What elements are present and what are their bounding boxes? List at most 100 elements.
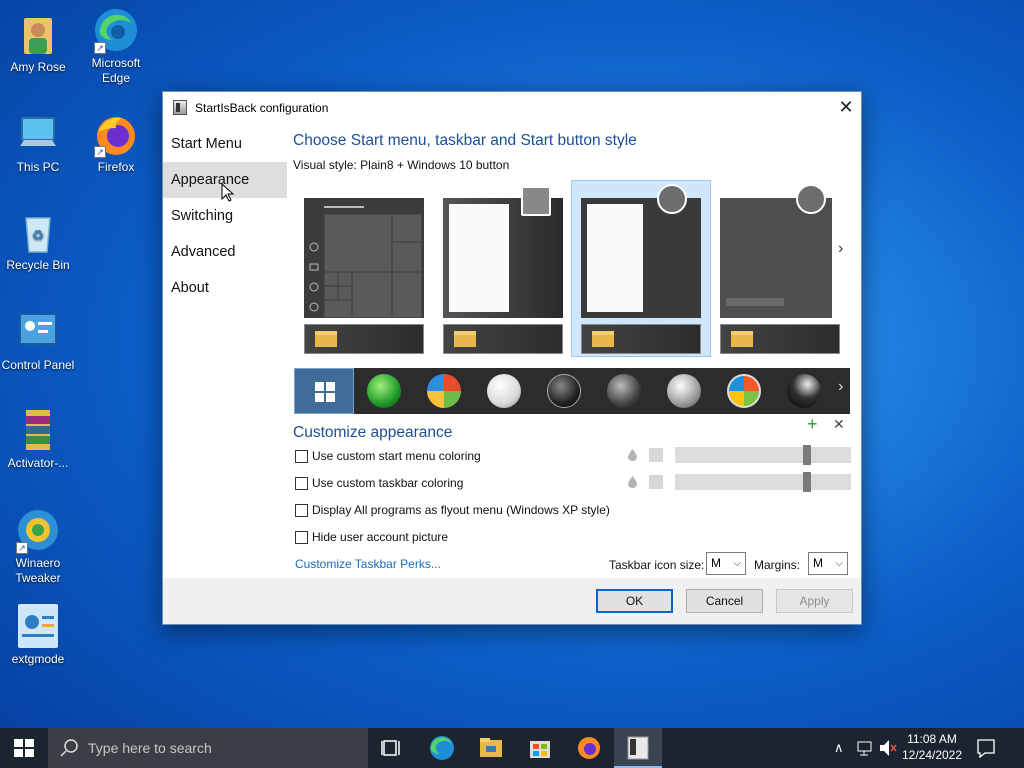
orb-windows10[interactable] <box>294 368 354 414</box>
recycle-bin-icon: ♻ <box>14 208 62 256</box>
network-icon[interactable] <box>856 728 874 768</box>
taskbar-preview-plain8[interactable] <box>581 324 701 354</box>
desktop-icon-label: Control Panel <box>1 358 75 372</box>
desktop-icon-amy-rose[interactable]: Amy Rose <box>0 10 76 75</box>
folder-icon <box>592 331 614 347</box>
checkbox[interactable] <box>295 530 308 544</box>
margins-select[interactable]: M ⌵ <box>808 552 848 575</box>
taskbar-opacity-slider[interactable] <box>675 472 851 492</box>
option-hide-user-picture[interactable]: Hide user account picture <box>295 530 448 544</box>
white-orb-icon <box>487 374 521 408</box>
taskbar-icon-size-select[interactable]: M ⌵ <box>706 552 746 575</box>
start-menu-color-swatch[interactable] <box>649 448 663 462</box>
task-view-icon <box>381 740 400 756</box>
windows10-menu-preview <box>304 198 424 319</box>
mouse-cursor-icon <box>221 183 235 202</box>
clock-date: 12/24/2022 <box>901 748 963 762</box>
desktop-icon-winaero-tweaker[interactable]: ↗ Winaero Tweaker <box>0 506 76 586</box>
close-icon[interactable]: ✕ <box>831 92 861 123</box>
desktop-icon-edge[interactable]: ↗ Microsoft Edge <box>78 6 154 86</box>
sidebar-item-switching[interactable]: Switching <box>163 198 287 234</box>
winrar-archive-icon <box>14 406 62 454</box>
style-preview-windows7[interactable] <box>443 186 563 318</box>
taskbar-firefox[interactable] <box>565 728 613 768</box>
remove-icon[interactable]: ✕ <box>833 416 845 433</box>
apply-button[interactable]: Apply <box>776 589 853 613</box>
orb-silver[interactable] <box>654 368 714 414</box>
cancel-button[interactable]: Cancel <box>686 589 763 613</box>
taskbar-search-box[interactable]: Type here to search <box>48 728 368 768</box>
taskbar-clock[interactable]: 11:08 AM 12/24/2022 <box>896 731 968 763</box>
winaero-tweaker-icon: ↗ <box>14 506 62 554</box>
orb-silver-dark[interactable] <box>594 368 654 414</box>
styles-next-chevron-icon[interactable]: › <box>838 240 843 258</box>
desktop-icon-activator[interactable]: Activator-... <box>0 406 76 471</box>
orb-windows7[interactable] <box>414 368 474 414</box>
orb-xp[interactable] <box>714 368 774 414</box>
desktop-icon-control-panel[interactable]: Control Panel <box>0 308 76 373</box>
customize-taskbar-perks-link[interactable]: Customize Taskbar Perks... <box>295 557 441 571</box>
black-orb-icon <box>547 374 581 408</box>
xp-orb-icon <box>727 374 761 408</box>
sidebar-item-advanced[interactable]: Advanced <box>163 234 287 270</box>
orb-dark-sphere[interactable] <box>774 368 834 414</box>
taskbar-color-swatch[interactable] <box>649 475 663 489</box>
volume-muted-icon[interactable] <box>878 728 898 768</box>
dialog-title: StartIsBack configuration <box>195 100 329 115</box>
checkbox[interactable] <box>295 503 308 517</box>
select-value: M <box>813 556 823 570</box>
select-value: M <box>711 556 721 570</box>
taskbar-store[interactable] <box>516 728 564 768</box>
edge-icon: ↗ <box>92 6 140 54</box>
menu-white-panel <box>449 204 509 312</box>
slider-thumb[interactable] <box>803 472 811 492</box>
slider-thumb[interactable] <box>803 445 811 465</box>
store-icon <box>530 741 550 758</box>
taskbar-startisback[interactable] <box>614 728 662 768</box>
desktop-icon-label: Firefox <box>97 160 135 174</box>
notification-center-icon[interactable] <box>974 728 998 768</box>
desktop-icon-firefox[interactable]: ↗ Firefox <box>78 110 154 175</box>
dialog-footer: OK Cancel Apply <box>163 578 861 624</box>
color-drop-icon[interactable] <box>627 476 638 488</box>
style-preview-plain8[interactable] <box>581 184 701 318</box>
user-avatar-icon <box>521 186 551 216</box>
orb-clover[interactable] <box>354 368 414 414</box>
taskbar-preview-windows7[interactable] <box>443 324 563 354</box>
orbs-next-chevron-icon[interactable]: › <box>838 378 843 396</box>
menu-search-box <box>726 298 784 306</box>
silver-dark-orb-icon <box>607 374 641 408</box>
style-preview-plain-dark[interactable] <box>720 184 832 318</box>
sidebar-item-about[interactable]: About <box>163 270 287 306</box>
taskbar-file-explorer[interactable] <box>467 728 515 768</box>
task-view-button[interactable] <box>368 728 416 768</box>
desktop-icon-recycle-bin[interactable]: ♻ Recycle Bin <box>0 208 76 273</box>
desktop-icon-this-pc[interactable]: This PC <box>0 110 76 175</box>
option-custom-start-menu-coloring[interactable]: Use custom start menu coloring <box>295 449 481 463</box>
option-flyout-all-programs[interactable]: Display All programs as flyout menu (Win… <box>295 503 610 517</box>
taskbar-preview-windows10[interactable] <box>304 324 424 354</box>
checkbox[interactable] <box>295 476 308 490</box>
dialog-titlebar[interactable]: StartIsBack configuration ✕ <box>163 92 861 123</box>
taskbar-edge[interactable] <box>418 728 466 768</box>
orb-black[interactable] <box>534 368 594 414</box>
start-menu-opacity-slider[interactable] <box>675 445 851 465</box>
sidebar-item-start-menu[interactable]: Start Menu <box>163 126 287 162</box>
checkbox[interactable] <box>295 449 308 463</box>
chevron-down-icon: ⌵ <box>835 558 843 569</box>
orb-white[interactable] <box>474 368 534 414</box>
start-button[interactable] <box>0 728 48 768</box>
customize-section-title: Customize appearance <box>293 424 453 441</box>
taskbar-preview-plain-dark[interactable] <box>720 324 840 354</box>
style-preview-windows10[interactable] <box>304 198 424 319</box>
search-placeholder: Type here to search <box>88 740 212 756</box>
color-drop-icon[interactable] <box>627 449 638 461</box>
ok-button[interactable]: OK <box>596 589 673 613</box>
show-hidden-icons-chevron[interactable]: ∧ <box>834 728 844 768</box>
search-icon <box>60 739 78 757</box>
option-custom-taskbar-coloring[interactable]: Use custom taskbar coloring <box>295 476 463 490</box>
margins-label: Margins: <box>754 558 801 572</box>
desktop-icon-extgmode[interactable]: extgmode <box>0 602 76 667</box>
appearance-content: Choose Start menu, taskbar and Start but… <box>293 132 861 172</box>
add-icon[interactable]: + <box>807 414 818 435</box>
